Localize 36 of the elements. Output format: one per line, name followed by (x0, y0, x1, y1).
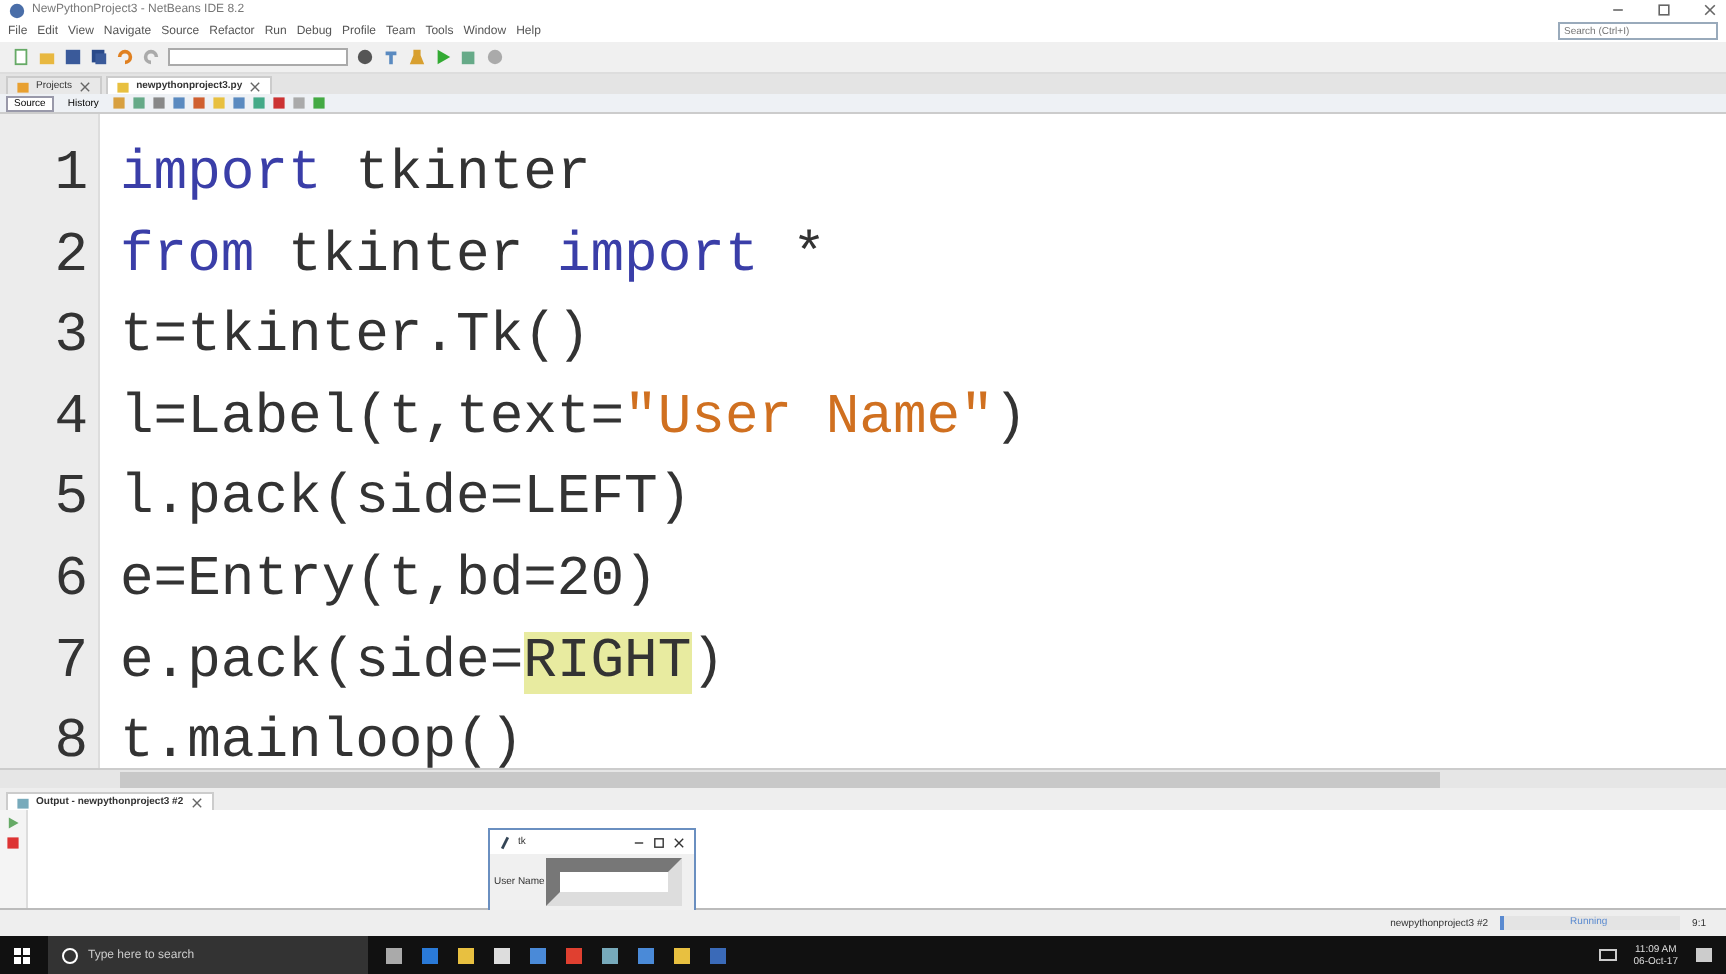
code-line: from tkinter import * (120, 223, 826, 292)
code-line: import tkinter (120, 142, 591, 210)
scrollbar-thumb[interactable] (120, 772, 1440, 788)
app-icon (8, 1, 26, 19)
stop-icon[interactable] (6, 836, 20, 850)
line-number: 1 (52, 142, 90, 210)
maximize-icon[interactable] (1656, 2, 1672, 18)
rerun-icon[interactable] (6, 816, 20, 830)
feather-icon (498, 835, 512, 849)
new-file-icon[interactable] (12, 48, 30, 66)
network-icon[interactable] (1597, 945, 1618, 965)
code-line: l=Label(t,text="User Name") (120, 385, 1028, 454)
code-line: l.pack(side=LEFT) (120, 466, 692, 535)
close-icon[interactable] (189, 795, 204, 809)
line-number: 8 (52, 710, 90, 779)
maximize-icon[interactable] (652, 835, 666, 849)
undo-icon[interactable] (116, 48, 134, 66)
code-line: e.pack(side=RIGHT) (120, 629, 725, 698)
line-number: 5 (52, 466, 90, 535)
horizontal-scrollbar[interactable] (0, 768, 1726, 788)
line-number: 2 (52, 223, 90, 292)
line-number: 4 (52, 385, 90, 454)
close-icon[interactable] (248, 79, 263, 93)
close-icon[interactable] (672, 835, 686, 849)
line-number: 7 (52, 629, 90, 698)
run-icon[interactable] (434, 48, 452, 66)
code-line: e=Entry(t,bd=20) (120, 547, 658, 616)
entry-field[interactable] (546, 858, 683, 906)
notifications-icon[interactable] (1694, 945, 1714, 965)
search-icon (60, 945, 80, 965)
code-line: t.mainloop() (120, 710, 524, 779)
windows-start-icon[interactable] (12, 945, 32, 965)
code-line: t=tkinter.Tk() (120, 304, 591, 373)
line-number: 3 (52, 304, 90, 373)
close-icon[interactable] (1702, 2, 1718, 18)
line-number: 6 (52, 547, 90, 616)
